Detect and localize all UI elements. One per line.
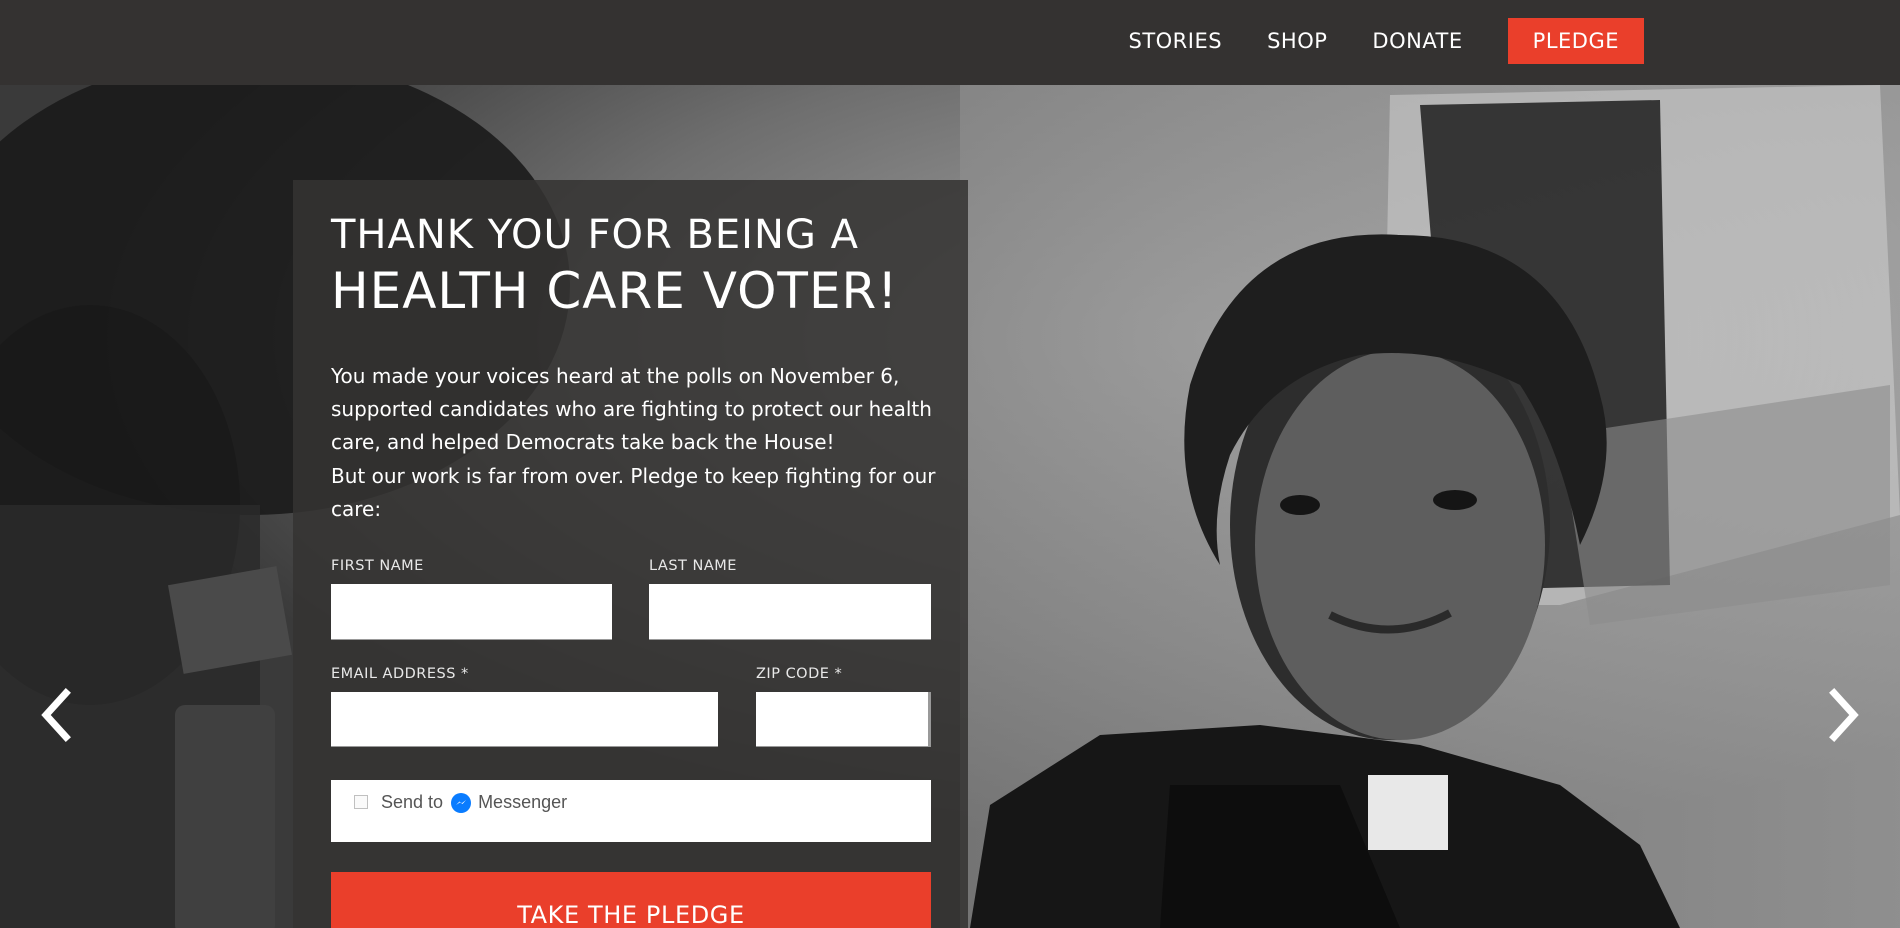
top-navigation-bar: STORIES SHOP DONATE PLEDGE <box>0 0 1900 85</box>
messenger-prefix-text: Send to <box>381 792 444 812</box>
chevron-left-icon <box>41 688 71 742</box>
take-pledge-button[interactable]: TAKE THE PLEDGE <box>331 872 931 928</box>
zip-code-label: ZIP CODE * <box>756 666 843 682</box>
zip-code-input[interactable] <box>756 692 931 747</box>
carousel-next-button[interactable] <box>1818 685 1868 745</box>
messenger-suffix-text: Messenger <box>478 792 568 812</box>
messenger-optin: Send to Messenger <box>331 780 931 842</box>
carousel-prev-button[interactable] <box>32 685 82 745</box>
nav-pledge-button[interactable]: PLEDGE <box>1507 18 1644 64</box>
last-name-input[interactable] <box>649 584 931 640</box>
nav-link-shop[interactable]: SHOP <box>1267 18 1327 64</box>
heading-line-2: HEALTH CARE VOTER! <box>331 262 899 320</box>
main-nav: STORIES SHOP DONATE PLEDGE <box>1084 18 1644 64</box>
nav-link-donate[interactable]: DONATE <box>1372 18 1462 64</box>
email-input[interactable] <box>331 692 718 747</box>
hero-carousel: THANK YOU FOR BEING A HEALTH CARE VOTER!… <box>0 85 1900 928</box>
last-name-label: LAST NAME <box>649 558 737 574</box>
first-name-label: FIRST NAME <box>331 558 424 574</box>
intro-paragraph: You made your voices heard at the polls … <box>331 364 932 454</box>
call-to-action-paragraph: But our work is far from over. Pledge to… <box>331 464 936 521</box>
heading-line-1: THANK YOU FOR BEING A <box>331 212 859 258</box>
first-name-input[interactable] <box>331 584 612 640</box>
pledge-card: THANK YOU FOR BEING A HEALTH CARE VOTER!… <box>293 180 968 928</box>
messenger-checkbox[interactable] <box>354 795 368 809</box>
messenger-icon <box>451 792 472 813</box>
messenger-label: Send to Messenger <box>381 792 567 813</box>
email-label: EMAIL ADDRESS * <box>331 666 469 682</box>
nav-link-stories[interactable]: STORIES <box>1129 18 1223 64</box>
chevron-right-icon <box>1829 688 1859 742</box>
